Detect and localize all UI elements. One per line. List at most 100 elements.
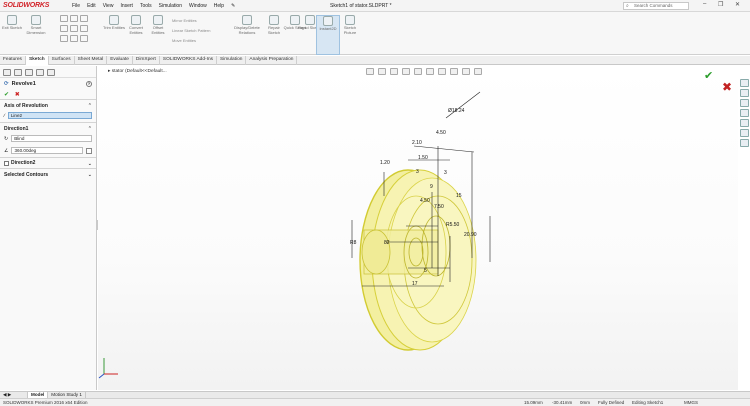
axis-section-header[interactable]: Axis of Revolution ⌃ xyxy=(0,99,96,110)
tab-analysis-preparation[interactable]: Analysis Preparation xyxy=(246,56,298,65)
convert-entities-button[interactable]: Convert Entities xyxy=(124,15,148,35)
mirror-entities-link[interactable]: Mirror Entities xyxy=(172,16,210,26)
dimension-label[interactable]: 4.50 xyxy=(436,130,446,136)
direction1-section-header[interactable]: Direction1 ⌃ xyxy=(0,122,96,133)
restore-icon[interactable]: ❐ xyxy=(718,1,723,8)
menu-view[interactable]: View xyxy=(103,3,114,9)
slot-icon[interactable] xyxy=(80,15,88,22)
dimension-label[interactable]: 5 xyxy=(424,268,427,274)
smart-dimension-icon xyxy=(31,15,41,25)
rectangle-icon[interactable] xyxy=(70,15,78,22)
tab-features[interactable]: Features xyxy=(0,56,26,65)
view-palette-icon[interactable] xyxy=(740,109,749,117)
direction2-section-header[interactable]: Direction2 ⌄ xyxy=(0,157,96,168)
dimxpert-manager-icon[interactable] xyxy=(36,69,44,76)
sketch-state: Fully Defined xyxy=(598,400,625,405)
spline-icon[interactable] xyxy=(60,35,68,42)
menu-window[interactable]: Window xyxy=(189,3,207,9)
tab-addins[interactable]: SOLIDWORKS Add-Ins xyxy=(160,56,218,65)
direction2-checkbox[interactable] xyxy=(4,160,9,166)
polygon-icon[interactable] xyxy=(80,25,88,32)
search-commands-input[interactable]: ⌕ Search Commands xyxy=(623,2,689,10)
ok-cancel-row: ✔ ✖ xyxy=(0,90,96,99)
tab-sketch[interactable]: Sketch xyxy=(25,56,49,65)
display-manager-icon[interactable] xyxy=(47,69,55,76)
dimension-label[interactable]: 2.10 xyxy=(412,140,422,146)
dimension-label[interactable]: R5.50 xyxy=(446,222,460,228)
tab-simulation[interactable]: Simulation xyxy=(217,56,247,65)
menu-tools[interactable]: Tools xyxy=(140,3,152,9)
circle-icon[interactable] xyxy=(60,25,68,32)
dimension-label[interactable]: 1.20 xyxy=(380,160,390,166)
angle-row: ∠ 360.00deg xyxy=(0,145,96,157)
dimension-label[interactable]: 15 xyxy=(456,193,462,199)
angle-field[interactable]: 360.00deg xyxy=(11,147,83,154)
reverse-direction-icon[interactable]: ↻ xyxy=(4,136,8,142)
menu-simulation[interactable]: Simulation xyxy=(159,3,182,9)
manager-tabs xyxy=(0,66,96,78)
instant2d-button[interactable]: Instant2D xyxy=(316,15,340,55)
dimension-label[interactable]: 17 xyxy=(412,281,418,287)
appearances-icon[interactable] xyxy=(740,119,749,127)
custom-properties-icon[interactable] xyxy=(740,129,749,137)
menu-help[interactable]: Help xyxy=(214,3,224,9)
sketch-entity-tools xyxy=(60,15,100,51)
feature-title: ⟳ Revolve1 ? xyxy=(4,81,92,87)
menu-insert[interactable]: Insert xyxy=(120,3,133,9)
dimension-label[interactable]: 4.50 xyxy=(420,198,430,204)
dimension-label[interactable]: 3 xyxy=(444,170,447,176)
tab-dimxpert[interactable]: DimXpert xyxy=(133,56,160,65)
dimension-label[interactable]: 9 xyxy=(430,184,433,190)
dimension-label[interactable]: 7.50 xyxy=(434,204,444,210)
line-icon[interactable] xyxy=(60,15,68,22)
cancel-icon[interactable]: ✖ xyxy=(15,92,20,98)
solidworks-logo: SOLIDWORKS xyxy=(3,2,50,9)
smart-dimension-button[interactable]: Smart Dimension xyxy=(24,15,48,35)
forum-icon[interactable] xyxy=(740,139,749,147)
ok-icon[interactable]: ✔ xyxy=(4,92,9,98)
menu-file[interactable]: File xyxy=(72,3,80,9)
dimension-label[interactable]: Ø18.24 xyxy=(448,108,465,114)
bottom-tabs: ◀ ▶ Model Motion Study 1 xyxy=(0,391,750,398)
collapse-icon: ⌃ xyxy=(87,126,92,132)
resources-icon[interactable] xyxy=(740,79,749,87)
dimension-label[interactable]: 1.50 xyxy=(418,155,428,161)
configuration-manager-icon[interactable] xyxy=(25,69,33,76)
dimension-label[interactable]: 82 xyxy=(384,240,390,246)
graphics-area[interactable]: ▸ stator (Default<<Default... ✔ ✖ Ø18.24… xyxy=(98,66,738,390)
dimension-label[interactable]: 3 xyxy=(416,169,419,175)
tab-surfaces[interactable]: Surfaces xyxy=(49,56,75,65)
design-library-icon[interactable] xyxy=(740,89,749,97)
offset-entities-button[interactable]: Offset Entities xyxy=(146,15,170,35)
move-entities-link[interactable]: Move Entities xyxy=(172,36,210,46)
trim-entities-button[interactable]: Trim Entities xyxy=(102,15,126,31)
feature-manager-icon[interactable] xyxy=(3,69,11,76)
end-condition-select[interactable]: Blind xyxy=(11,135,92,142)
minimize-icon[interactable]: – xyxy=(703,1,706,7)
exit-sketch-button[interactable]: Exit Sketch xyxy=(0,15,24,31)
sketch-picture-button[interactable]: Sketch Picture xyxy=(338,15,362,35)
display-delete-relations-button[interactable]: Display/Delete Relations xyxy=(232,15,262,35)
dimension-label[interactable]: R8 xyxy=(350,240,357,246)
selected-contours-section-header[interactable]: Selected Contours ⌄ xyxy=(0,168,96,179)
spin-icon[interactable] xyxy=(86,147,92,154)
linear-sketch-pattern-link[interactable]: Linear Sketch Pattern xyxy=(172,26,210,36)
arc-icon[interactable] xyxy=(70,25,78,32)
fillet-icon[interactable] xyxy=(70,35,78,42)
tab-evaluate[interactable]: Evaluate xyxy=(107,56,133,65)
text-icon[interactable] xyxy=(80,35,88,42)
relations-icon xyxy=(242,15,252,25)
editing-state: Editing Sketch1 xyxy=(632,400,664,405)
repair-sketch-icon xyxy=(269,15,279,25)
help-icon[interactable]: ? xyxy=(86,81,92,87)
close-icon[interactable]: ✕ xyxy=(735,1,740,8)
property-manager-icon[interactable] xyxy=(14,69,22,76)
convert-icon xyxy=(131,15,141,25)
menu-edit[interactable]: Edit xyxy=(87,3,96,9)
unit-system[interactable]: MMGS xyxy=(684,400,698,405)
pin-icon[interactable]: ✎ xyxy=(231,3,235,9)
tab-sheet-metal[interactable]: Sheet Metal xyxy=(75,56,108,65)
file-explorer-icon[interactable] xyxy=(740,99,749,107)
dimension-label[interactable]: 20.90 xyxy=(464,232,477,238)
axis-field[interactable]: Line2 xyxy=(7,112,92,119)
